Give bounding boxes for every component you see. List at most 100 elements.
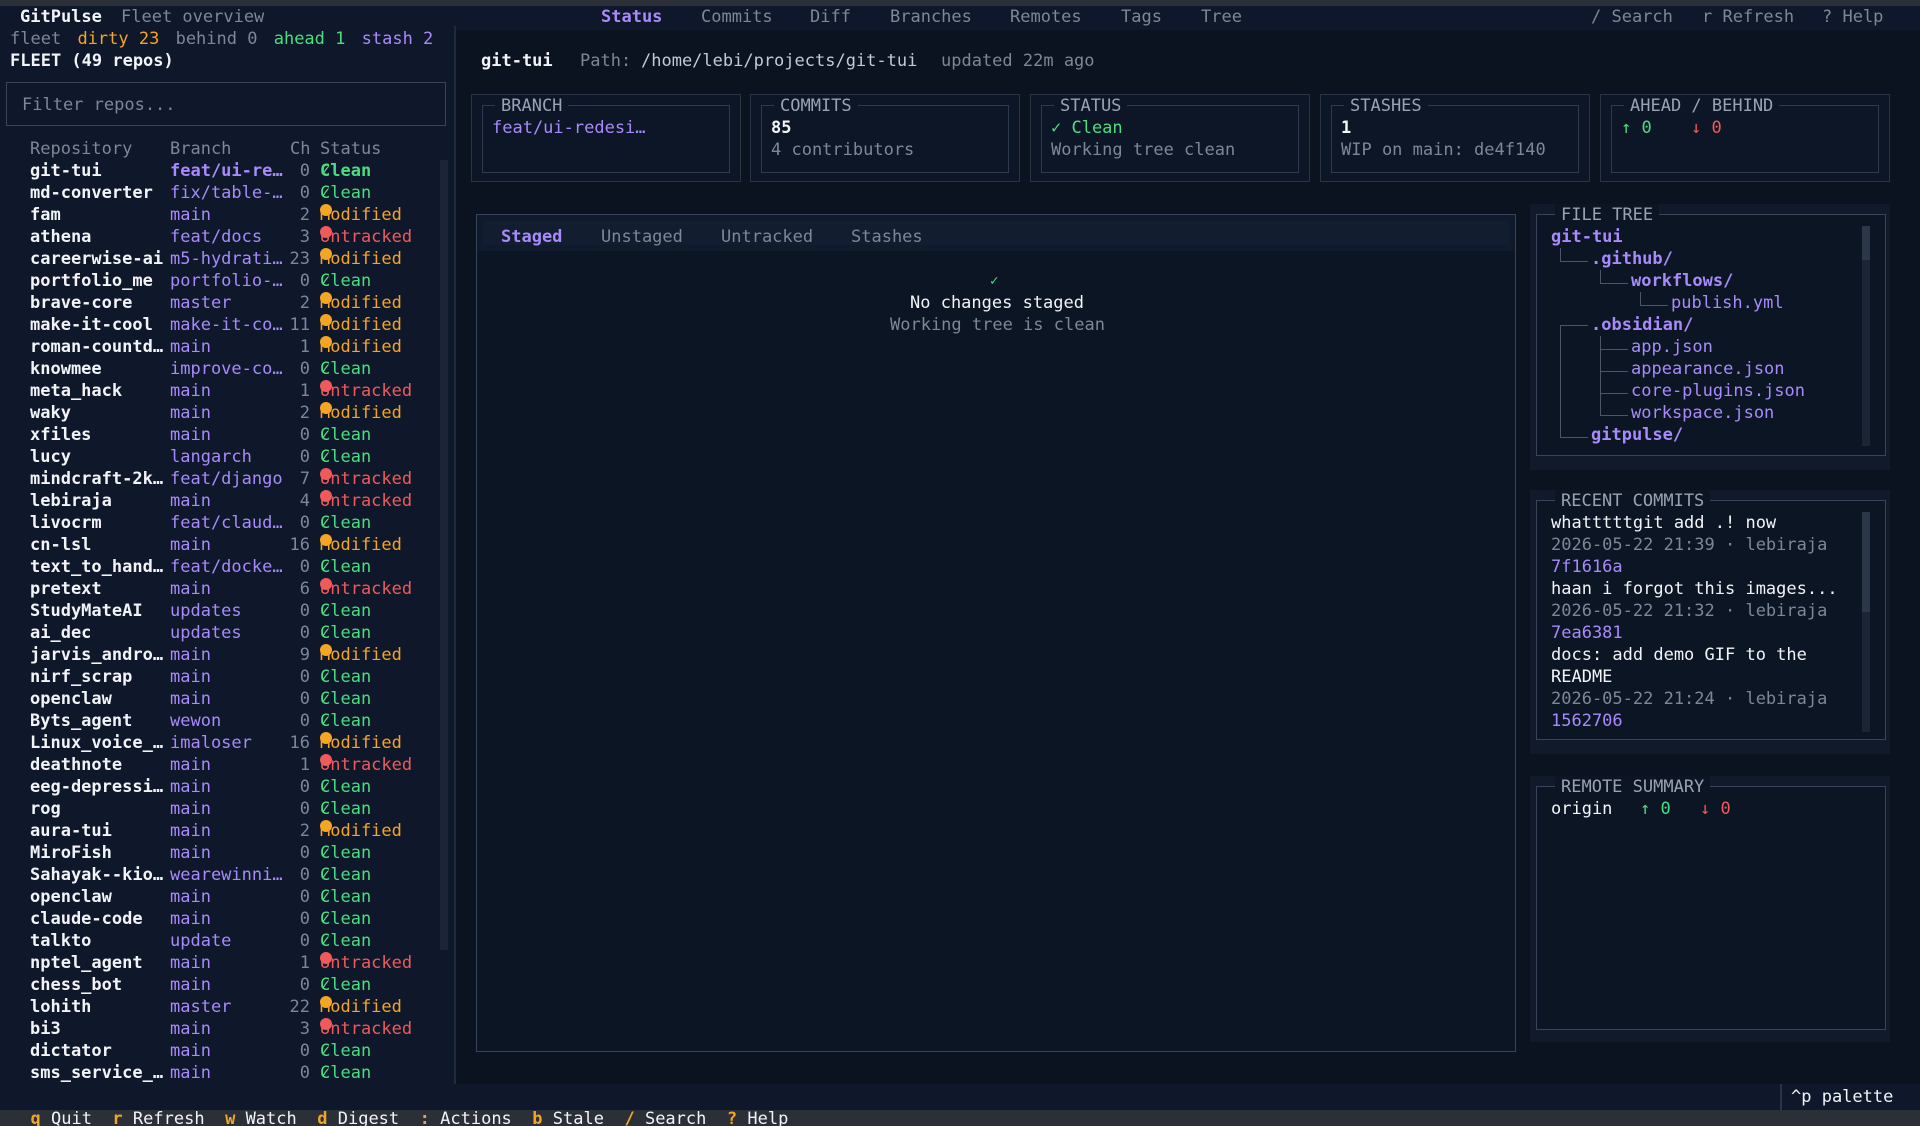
tab-branches[interactable]: Branches bbox=[890, 6, 972, 28]
tree-file-core-plugins[interactable]: core-plugins.json bbox=[1631, 380, 1805, 402]
repo-row[interactable]: fam main 2 Modified bbox=[0, 204, 440, 226]
tree-folder-obsidian[interactable]: .obsidian/ bbox=[1591, 314, 1693, 336]
repo-row[interactable]: brave-core master 2 Modified bbox=[0, 292, 440, 314]
repo-row[interactable]: eeg-depressi… main 0 ✓ Clean bbox=[0, 776, 440, 798]
commit-hash[interactable]: 1562706 bbox=[1551, 710, 1623, 732]
repo-row[interactable]: lebiraja main 4 Untracked bbox=[0, 490, 440, 512]
digest-action[interactable]: Digest bbox=[338, 1109, 399, 1126]
tree-root[interactable]: git-tui bbox=[1551, 226, 1623, 248]
repo-row[interactable]: StudyMateAI updates 0 ✓ Clean bbox=[0, 600, 440, 622]
repo-row[interactable]: jarvis_andro… main 9 Modified bbox=[0, 644, 440, 666]
commit-message-cont[interactable]: README bbox=[1551, 666, 1612, 688]
tree-folder-gitpulse[interactable]: gitpulse/ bbox=[1591, 424, 1683, 446]
tree-folder-github[interactable]: .github/ bbox=[1591, 248, 1673, 270]
tree-folder-workflows[interactable]: workflows/ bbox=[1631, 270, 1733, 292]
repo-row[interactable]: aura-tui main 2 Modified bbox=[0, 820, 440, 842]
file-tree-scroll-thumb[interactable] bbox=[1862, 226, 1870, 260]
tab-staged[interactable]: Staged bbox=[501, 226, 562, 248]
tab-status[interactable]: Status bbox=[601, 6, 662, 28]
repo-row[interactable]: openclaw main 0 ✓ Clean bbox=[0, 688, 440, 710]
repo-row[interactable]: Byts_agent wewon 0 ✓ Clean bbox=[0, 710, 440, 732]
repo-row[interactable]: git-tui feat/ui-re… 0 ✓ Clean bbox=[0, 160, 440, 182]
tree-file-publish[interactable]: publish.yml bbox=[1671, 292, 1784, 314]
check-icon: ✓ bbox=[320, 601, 341, 621]
repo-row[interactable]: make-it-cool make-it-co… 11 Modified bbox=[0, 314, 440, 336]
repo-row[interactable]: lucy langarch 0 ✓ Clean bbox=[0, 446, 440, 468]
repo-row[interactable]: bi3 main 3 Untracked bbox=[0, 1018, 440, 1040]
repo-change-count: 0 bbox=[299, 1063, 310, 1083]
commit-hash[interactable]: 7f1616a bbox=[1551, 556, 1623, 578]
repo-row[interactable]: mindcraft-2k… feat/django 7 Untracked bbox=[0, 468, 440, 490]
repo-row[interactable]: livocrm feat/claud… 0 ✓ Clean bbox=[0, 512, 440, 534]
repo-name: dictator bbox=[30, 1041, 112, 1061]
palette-shortcut[interactable]: ^p palette bbox=[1791, 1086, 1893, 1108]
repo-row[interactable]: ai_dec updates 0 ✓ Clean bbox=[0, 622, 440, 644]
repo-name: Linux_voice_… bbox=[30, 733, 164, 753]
tab-stashes[interactable]: Stashes bbox=[851, 226, 923, 248]
repo-row[interactable]: Sahayak--kio… wearewinni… 0 ✓ Clean bbox=[0, 864, 440, 886]
repo-row[interactable]: lohith master 22 Modified bbox=[0, 996, 440, 1018]
commit-message[interactable]: haan i forgot this images... bbox=[1551, 578, 1838, 600]
refresh-shortcut[interactable]: r Refresh bbox=[1702, 6, 1794, 28]
watch-action[interactable]: Watch bbox=[246, 1109, 297, 1126]
commit-hash[interactable]: 7ea6381 bbox=[1551, 622, 1623, 644]
repo-row[interactable]: sms_service_… main 0 ✓ Clean bbox=[0, 1062, 440, 1084]
repo-row[interactable]: nirf_scrap main 0 ✓ Clean bbox=[0, 666, 440, 688]
repo-row[interactable]: careerwise-ai m5-hydrati… 23 Modified bbox=[0, 248, 440, 270]
tab-tree[interactable]: Tree bbox=[1201, 6, 1242, 28]
repo-row[interactable]: rog main 0 ✓ Clean bbox=[0, 798, 440, 820]
refresh-action[interactable]: Refresh bbox=[133, 1109, 205, 1126]
repo-row[interactable]: cn-lsl main 16 Modified bbox=[0, 534, 440, 556]
commits-card: COMMITS 85 4 contributors bbox=[750, 94, 1020, 182]
repo-list-scrollbar[interactable] bbox=[440, 160, 448, 950]
quit-action[interactable]: Quit bbox=[51, 1109, 92, 1126]
repo-row[interactable]: chess_bot main 0 ✓ Clean bbox=[0, 974, 440, 996]
repo-row[interactable]: athena feat/docs 3 Untracked bbox=[0, 226, 440, 248]
tree-file-appearance[interactable]: appearance.json bbox=[1631, 358, 1785, 380]
updated-time: updated 22m ago bbox=[941, 51, 1095, 71]
tab-tags[interactable]: Tags bbox=[1121, 6, 1162, 28]
commit-message[interactable]: docs: add demo GIF to the bbox=[1551, 644, 1807, 666]
help-action[interactable]: Help bbox=[747, 1109, 788, 1126]
repo-row[interactable]: dictator main 0 ✓ Clean bbox=[0, 1040, 440, 1062]
repo-status: ✓ Clean bbox=[320, 160, 371, 182]
search-action[interactable]: Search bbox=[645, 1109, 706, 1126]
repo-row[interactable]: md-converter fix/table-… 0 ✓ Clean bbox=[0, 182, 440, 204]
repo-row[interactable]: nptel_agent main 1 Untracked bbox=[0, 952, 440, 974]
tab-diff[interactable]: Diff bbox=[810, 6, 851, 28]
repo-row[interactable]: Linux_voice_… imaloser 16 Modified bbox=[0, 732, 440, 754]
commits-scroll-thumb[interactable] bbox=[1862, 512, 1870, 612]
tab-remotes[interactable]: Remotes bbox=[1010, 6, 1082, 28]
actions-action[interactable]: Actions bbox=[440, 1109, 512, 1126]
filter-input[interactable]: Filter repos... bbox=[6, 82, 446, 126]
stale-action[interactable]: Stale bbox=[553, 1109, 604, 1126]
repo-row[interactable]: openclaw main 0 ✓ Clean bbox=[0, 886, 440, 908]
repo-row[interactable]: portfolio_me portfolio-… 0 ✓ Clean bbox=[0, 270, 440, 292]
tab-untracked[interactable]: Untracked bbox=[721, 226, 813, 248]
repo-row[interactable]: MiroFish main 0 ✓ Clean bbox=[0, 842, 440, 864]
repo-row[interactable]: knowmee improve-co… 0 ✓ Clean bbox=[0, 358, 440, 380]
repo-row[interactable]: deathnote main 1 Untracked bbox=[0, 754, 440, 776]
tree-file-app[interactable]: app.json bbox=[1631, 336, 1713, 358]
search-shortcut[interactable]: / Search bbox=[1591, 6, 1673, 28]
branch-value: feat/ui-redesi… bbox=[492, 118, 646, 138]
repo-row[interactable]: text_to_hand… feat/docke… 0 ✓ Clean bbox=[0, 556, 440, 578]
col-repository[interactable]: Repository bbox=[30, 138, 132, 160]
app-name: GitPulse bbox=[20, 7, 102, 27]
tab-commits[interactable]: Commits bbox=[701, 6, 773, 28]
repo-row[interactable]: xfiles main 0 ✓ Clean bbox=[0, 424, 440, 446]
repo-row[interactable]: waky main 2 Modified bbox=[0, 402, 440, 424]
repo-row[interactable]: claude-code main 0 ✓ Clean bbox=[0, 908, 440, 930]
tab-unstaged[interactable]: Unstaged bbox=[601, 226, 683, 248]
remote-name[interactable]: origin bbox=[1551, 798, 1612, 820]
repo-row[interactable]: talkto update 0 ✓ Clean bbox=[0, 930, 440, 952]
repo-row[interactable]: pretext main 6 Untracked bbox=[0, 578, 440, 600]
commit-message[interactable]: whatttttgit add .! now bbox=[1551, 512, 1776, 534]
help-shortcut[interactable]: ? Help bbox=[1822, 6, 1883, 28]
repo-row[interactable]: roman-countd… main 1 Modified bbox=[0, 336, 440, 358]
repo-row[interactable]: meta_hack main 1 Untracked bbox=[0, 380, 440, 402]
tree-file-workspace[interactable]: workspace.json bbox=[1631, 402, 1774, 424]
col-changes[interactable]: Ch bbox=[290, 138, 310, 160]
col-branch[interactable]: Branch bbox=[170, 138, 231, 160]
col-status[interactable]: Status bbox=[320, 138, 381, 160]
